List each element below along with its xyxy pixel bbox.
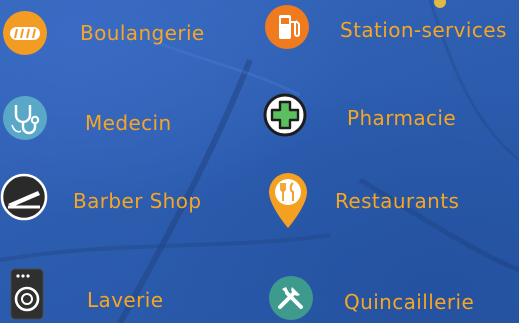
category-restaurants[interactable]: Restaurants <box>262 172 519 232</box>
category-laverie[interactable]: Laverie <box>0 268 230 323</box>
category-boulangerie[interactable]: Boulangerie <box>0 10 230 58</box>
stethoscope-icon <box>3 96 47 140</box>
category-label: Medecin <box>85 111 172 135</box>
razor-icon <box>0 173 48 221</box>
category-label: Laverie <box>87 288 164 312</box>
pharmacy-cross-icon <box>263 93 307 137</box>
category-pharmacie[interactable]: Pharmacie <box>262 92 519 142</box>
restaurant-pin-icon <box>269 173 307 228</box>
category-label: Quincaillerie <box>344 290 475 314</box>
category-barber-shop[interactable]: Barber Shop <box>0 173 230 223</box>
category-label: Barber Shop <box>73 189 202 213</box>
bread-icon <box>3 11 47 55</box>
tools-icon <box>269 276 313 320</box>
category-medecin[interactable]: Medecin <box>0 95 230 145</box>
category-label: Restaurants <box>335 189 460 213</box>
fuel-pump-icon <box>265 5 309 49</box>
category-label: Station-services <box>340 18 507 42</box>
washing-machine-icon <box>10 268 44 320</box>
category-quincaillerie[interactable]: Quincaillerie <box>262 275 519 323</box>
category-label: Boulangerie <box>80 21 205 45</box>
category-station-services[interactable]: Station-services <box>262 4 519 52</box>
category-label: Pharmacie <box>347 106 457 130</box>
